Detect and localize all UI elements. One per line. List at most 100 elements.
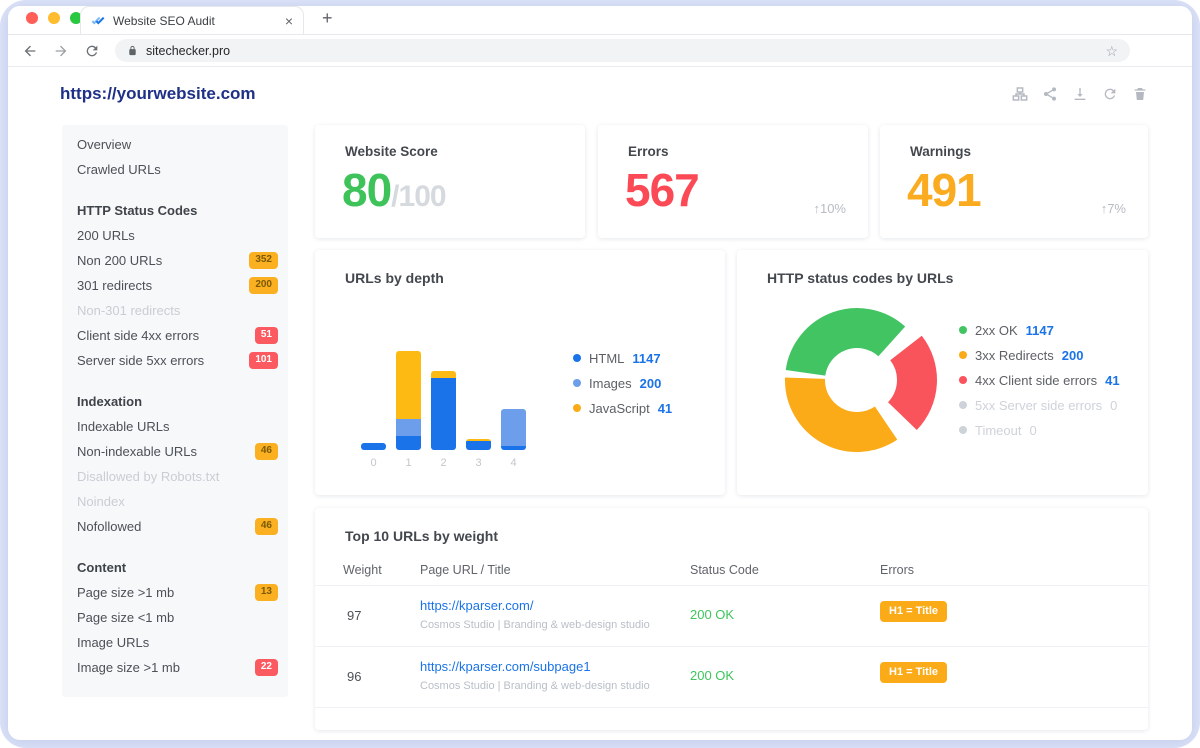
- sidebar-item[interactable]: Client side 4xx errors51: [62, 323, 288, 348]
- row-page-url-link[interactable]: https://kparser.com/: [420, 598, 533, 613]
- sidebar-item-label: Overview: [77, 137, 278, 152]
- legend-dot: [959, 376, 967, 384]
- browser-tab[interactable]: Website SEO Audit ×: [80, 6, 304, 34]
- top-urls-table-card: Top 10 URLs by weight Weight Page URL / …: [315, 508, 1148, 730]
- sidebar-item[interactable]: Crawled URLs: [62, 157, 288, 182]
- tab-title: Website SEO Audit: [113, 14, 277, 28]
- count-badge: 200: [249, 277, 278, 294]
- new-tab-button[interactable]: +: [322, 8, 333, 29]
- donut-segment-2xx-ok[interactable]: [806, 328, 892, 373]
- legend-label: JavaScript: [589, 401, 650, 416]
- score-number: 80: [342, 164, 391, 216]
- refresh-icon[interactable]: [1102, 86, 1118, 107]
- sidebar-nav: Overview Crawled URLs HTTP Status Codes 200…: [62, 125, 288, 697]
- row-page-url-link[interactable]: https://kparser.com/subpage1: [420, 659, 591, 674]
- x-axis-label: 2: [426, 457, 461, 469]
- count-badge: 352: [249, 252, 278, 269]
- column-header-url: Page URL / Title: [420, 563, 511, 577]
- row-page-title: Cosmos Studio | Branding & web-design st…: [420, 619, 650, 631]
- legend-item: 5xx Server side errors0: [959, 397, 1120, 413]
- tab-close-icon[interactable]: ×: [285, 14, 293, 28]
- bar-segment-html: [501, 446, 526, 450]
- sidebar-item-label: 301 redirects: [77, 278, 249, 293]
- legend-dot: [959, 401, 967, 409]
- legend-item[interactable]: JavaScript41: [573, 400, 672, 416]
- sidebar-item: Non-301 redirects: [62, 298, 288, 323]
- legend-dot: [959, 426, 967, 434]
- x-axis-label: 4: [496, 457, 531, 469]
- row-status-code: 200 OK: [690, 607, 734, 622]
- errors-card: Errors 567 ↑10%: [598, 125, 868, 238]
- errors-value: 567: [625, 167, 699, 213]
- website-score-value: 80/100: [342, 167, 446, 213]
- legend-value: 200: [1062, 348, 1084, 363]
- minimize-window-button[interactable]: [48, 12, 60, 24]
- close-window-button[interactable]: [26, 12, 38, 24]
- sidebar-item[interactable]: 301 redirects200: [62, 273, 288, 298]
- error-badge[interactable]: H1 = Title: [880, 662, 947, 683]
- sidebar-item[interactable]: Indexable URLs: [62, 414, 288, 439]
- legend-item: Timeout0: [959, 422, 1120, 438]
- reload-icon[interactable]: [84, 43, 100, 59]
- sidebar-item[interactable]: Image size >1 mb22: [62, 655, 288, 680]
- bar-slot-3: [461, 439, 496, 450]
- legend-item[interactable]: Images200: [573, 375, 672, 391]
- sidebar-item[interactable]: Page size >1 mb13: [62, 580, 288, 605]
- bar-segment-html: [466, 441, 491, 450]
- column-header-weight: Weight: [343, 563, 382, 577]
- browser-window: Website SEO Audit × + sitechecker.pro ☆: [8, 6, 1192, 740]
- sidebar-item[interactable]: Server side 5xx errors101: [62, 348, 288, 373]
- legend-dot: [959, 351, 967, 359]
- share-icon[interactable]: [1042, 86, 1058, 107]
- x-axis-label: 1: [391, 457, 426, 469]
- bar-segment-images: [501, 409, 526, 446]
- donut-segment-4xx-client-side-errors[interactable]: [902, 348, 917, 416]
- address-bar[interactable]: sitechecker.pro ☆: [115, 39, 1130, 62]
- legend-dot: [573, 379, 581, 387]
- sidebar-item[interactable]: Nofollowed46: [62, 514, 288, 539]
- legend-value: 41: [1105, 373, 1119, 388]
- back-icon[interactable]: [22, 43, 38, 59]
- sitemap-icon[interactable]: [1012, 86, 1028, 107]
- card-label: Warnings: [910, 144, 971, 159]
- legend-item[interactable]: 2xx OK1147: [959, 322, 1120, 338]
- sidebar-section-header: HTTP Status Codes: [62, 198, 288, 223]
- sidebar-section-header: Indexation: [62, 389, 288, 414]
- website-score-card: Website Score 80/100: [315, 125, 585, 238]
- bookmark-star-icon[interactable]: ☆: [1105, 44, 1118, 58]
- legend-item[interactable]: HTML1147: [573, 350, 672, 366]
- trash-icon[interactable]: [1132, 86, 1148, 107]
- bar-slot-4: [496, 409, 531, 450]
- count-badge: 101: [249, 352, 278, 369]
- legend-label: 4xx Client side errors: [975, 373, 1097, 388]
- sidebar-item-label: Page size <1 mb: [77, 610, 278, 625]
- bar-slot-1: [391, 351, 426, 450]
- legend-item[interactable]: 3xx Redirects200: [959, 347, 1120, 363]
- warnings-delta: ↑7%: [1101, 201, 1126, 216]
- chart-title: URLs by depth: [345, 270, 444, 286]
- sidebar-item[interactable]: Overview: [62, 132, 288, 157]
- row-errors: H1 = Title: [880, 662, 947, 683]
- bar-4: [501, 409, 526, 450]
- favicon-icon: [91, 14, 105, 28]
- sidebar-item[interactable]: 200 URLs: [62, 223, 288, 248]
- donut-chart-legend: 2xx OK1147 3xx Redirects200 4xx Client sid…: [959, 322, 1120, 438]
- error-badge[interactable]: H1 = Title: [880, 601, 947, 622]
- warnings-card: Warnings 491 ↑7%: [880, 125, 1148, 238]
- legend-label: Timeout: [975, 423, 1021, 438]
- sidebar-item[interactable]: Image URLs: [62, 630, 288, 655]
- forward-icon[interactable]: [53, 43, 69, 59]
- table-bottom-divider: [315, 707, 1148, 708]
- bar-chart-bars: [356, 345, 531, 450]
- table-title: Top 10 URLs by weight: [345, 528, 498, 544]
- sidebar-item[interactable]: Page size <1 mb: [62, 605, 288, 630]
- legend-item[interactable]: 4xx Client side errors 41: [959, 372, 1120, 388]
- sidebar-item-label: 200 URLs: [77, 228, 278, 243]
- donut-segment-3xx-redirects[interactable]: [805, 378, 886, 432]
- sidebar-item[interactable]: Non-indexable URLs46: [62, 439, 288, 464]
- download-icon[interactable]: [1072, 86, 1088, 107]
- sidebar-section-header: Content: [62, 555, 288, 580]
- count-badge: 51: [255, 327, 278, 344]
- legend-value: 1147: [1026, 323, 1054, 338]
- sidebar-item[interactable]: Non 200 URLs352: [62, 248, 288, 273]
